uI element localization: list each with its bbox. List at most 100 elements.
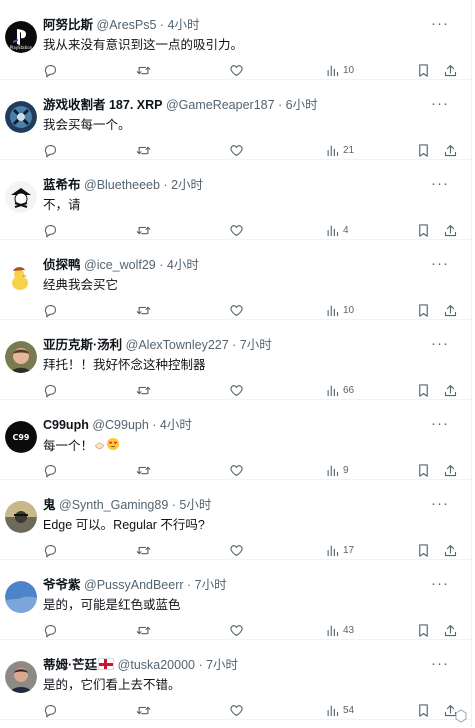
bookmark-button[interactable] [416, 622, 431, 638]
avatar[interactable] [5, 341, 37, 373]
avatar[interactable] [5, 181, 37, 213]
handle[interactable]: @tuska20000 [118, 658, 195, 672]
views-button[interactable]: 10 [325, 302, 354, 318]
handle[interactable]: @Synth_Gaming89 [59, 498, 168, 512]
like-button[interactable] [229, 542, 244, 558]
retweet-button[interactable] [136, 622, 151, 638]
bookmark-button[interactable] [416, 302, 431, 318]
reply-button[interactable] [43, 622, 58, 638]
handle[interactable]: @PussyAndBeerr [84, 578, 184, 592]
views-button[interactable]: 17 [325, 542, 354, 558]
reply-tweet[interactable]: 蓝希布 @Bluetheeeb · 2小时 ··· 不，请 4 [0, 160, 471, 240]
share-button[interactable] [443, 382, 458, 398]
more-icon[interactable]: ··· [431, 335, 449, 352]
retweet-button[interactable] [136, 302, 151, 318]
timestamp[interactable]: 4小时 [160, 418, 192, 432]
timestamp[interactable]: 6小时 [286, 98, 318, 112]
share-button[interactable] [443, 462, 458, 478]
retweet-button[interactable] [136, 462, 151, 478]
reply-button[interactable] [43, 542, 58, 558]
handle[interactable]: @AlexTownley227 [126, 338, 229, 352]
display-name[interactable]: 鬼 [43, 498, 56, 512]
share-button[interactable] [443, 622, 458, 638]
like-button[interactable] [229, 222, 244, 238]
retweet-button[interactable] [136, 702, 151, 718]
timestamp[interactable]: 4小时 [167, 258, 199, 272]
timestamp[interactable]: 7小时 [195, 578, 227, 592]
reply-tweet[interactable]: 侦探鸭 @ice_wolf29 · 4小时 ··· 经典我会买它 10 [0, 240, 471, 320]
handle[interactable]: @Bluetheeeb [84, 178, 160, 192]
reply-tweet[interactable]: 蒂姆·芒廷 @tuska20000 · 7小时 ··· 是的，它们看上去不错。 54 [0, 640, 471, 720]
bookmark-button[interactable] [416, 222, 431, 238]
views-button[interactable]: 10 [325, 62, 354, 78]
more-icon[interactable]: ··· [431, 575, 449, 592]
bookmark-button[interactable] [416, 62, 431, 78]
more-icon[interactable]: ··· [431, 95, 449, 112]
reply-tweet[interactable]: 游戏收割者 187. XRP @GameReaper187 · 6小时 ··· 我会… [0, 80, 471, 160]
avatar[interactable] [5, 101, 37, 133]
timestamp[interactable]: 2小时 [171, 178, 203, 192]
retweet-button[interactable] [136, 62, 151, 78]
bookmark-button[interactable] [416, 142, 431, 158]
reply-button[interactable] [43, 62, 58, 78]
share-button[interactable] [443, 542, 458, 558]
reply-tweet[interactable]: PlayStation 阿努比斯 @AresPs5 · 4小时 ··· 我从来没有意识… [0, 0, 471, 80]
reply-button[interactable] [43, 382, 58, 398]
retweet-button[interactable] [136, 382, 151, 398]
display-name[interactable]: C99uph [43, 418, 89, 432]
bookmark-button[interactable] [416, 542, 431, 558]
like-button[interactable] [229, 302, 244, 318]
like-button[interactable] [229, 62, 244, 78]
handle[interactable]: @AresPs5 [97, 18, 157, 32]
timestamp[interactable]: 4小时 [168, 18, 200, 32]
more-icon[interactable]: ··· [431, 415, 449, 432]
share-button[interactable] [443, 62, 458, 78]
views-button[interactable]: 66 [325, 382, 354, 398]
views-button[interactable]: 43 [325, 622, 354, 638]
display-name[interactable]: 蓝希布 [43, 178, 81, 192]
reply-button[interactable] [43, 702, 58, 718]
more-icon[interactable]: ··· [431, 15, 449, 32]
display-name[interactable]: 阿努比斯 [43, 18, 93, 32]
views-button[interactable]: 54 [325, 702, 354, 718]
display-name[interactable]: 侦探鸭 [43, 258, 81, 272]
reply-tweet[interactable]: 鬼 @Synth_Gaming89 · 5小时 ··· Edge 可以。Regula… [0, 480, 471, 560]
handle[interactable]: @C99uph [92, 418, 148, 432]
retweet-button[interactable] [136, 222, 151, 238]
bookmark-button[interactable] [416, 382, 431, 398]
bookmark-button[interactable] [416, 462, 431, 478]
handle[interactable]: @GameReaper187 [166, 98, 275, 112]
views-button[interactable]: 9 [325, 462, 349, 478]
reply-tweet[interactable]: 亚历克斯·汤利 @AlexTownley227 · 7小时 ··· 拜托！！我好怀念… [0, 320, 471, 400]
more-icon[interactable]: ··· [431, 175, 449, 192]
avatar[interactable] [5, 261, 37, 293]
handle[interactable]: @ice_wolf29 [84, 258, 156, 272]
like-button[interactable] [229, 622, 244, 638]
reply-button[interactable] [43, 462, 58, 478]
views-button[interactable]: 4 [325, 222, 349, 238]
share-button[interactable] [443, 222, 458, 238]
reply-tweet[interactable]: 爷爷紫 @PussyAndBeerr · 7小时 ··· 是的，可能是红色或蓝色 43 [0, 560, 471, 640]
like-button[interactable] [229, 382, 244, 398]
timestamp[interactable]: 5小时 [179, 498, 211, 512]
display-name[interactable]: 蒂姆·芒廷 [43, 658, 97, 672]
reply-button[interactable] [43, 302, 58, 318]
reply-button[interactable] [43, 222, 58, 238]
retweet-button[interactable] [136, 142, 151, 158]
avatar[interactable]: PlayStation [5, 21, 37, 53]
retweet-button[interactable] [136, 542, 151, 558]
reply-tweet[interactable]: C99 C99uph @C99uph · 4小时 ··· 每一个！ 9 [0, 400, 471, 480]
more-icon[interactable]: ··· [431, 655, 449, 672]
more-icon[interactable]: ··· [431, 255, 449, 272]
share-button[interactable] [443, 302, 458, 318]
display-name[interactable]: 爷爷紫 [43, 578, 81, 592]
avatar[interactable]: C99 [5, 421, 37, 453]
share-button[interactable] [443, 142, 458, 158]
timestamp[interactable]: 7小时 [240, 338, 272, 352]
reply-button[interactable] [43, 142, 58, 158]
display-name[interactable]: 游戏收割者 187. XRP [43, 98, 162, 112]
like-button[interactable] [229, 462, 244, 478]
like-button[interactable] [229, 702, 244, 718]
like-button[interactable] [229, 142, 244, 158]
avatar[interactable] [5, 581, 37, 613]
